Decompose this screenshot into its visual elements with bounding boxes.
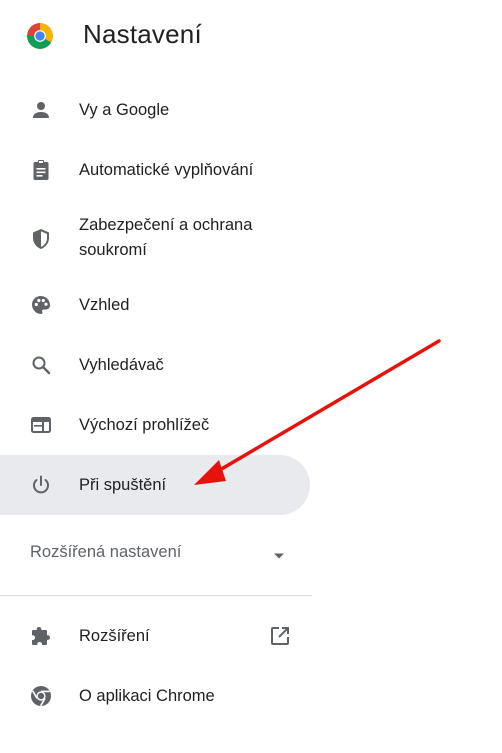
clipboard-icon bbox=[33, 160, 49, 180]
sidebar-item-label: Rozšíření bbox=[79, 627, 150, 645]
sidebar-item-about-chrome[interactable]: O aplikaci Chrome bbox=[0, 666, 310, 726]
person-icon bbox=[33, 102, 49, 118]
sidebar-item-privacy-security[interactable]: Zabezpečení a ochrana soukromí bbox=[0, 200, 310, 280]
page-title: Nastavení bbox=[83, 19, 202, 49]
search-icon bbox=[32, 356, 51, 375]
palette-icon bbox=[32, 296, 50, 314]
sidebar-item-on-startup[interactable]: Při spuštění bbox=[0, 455, 310, 515]
sidebar-item-autofill[interactable]: Automatické vyplňování bbox=[0, 140, 310, 200]
sidebar-item-label: Vyhledávač bbox=[79, 356, 164, 374]
sidebar-item-label: O aplikaci Chrome bbox=[79, 687, 215, 705]
sidebar-item-extensions[interactable]: Rozšíření bbox=[0, 606, 310, 666]
chrome-logo-icon bbox=[27, 23, 53, 49]
divider bbox=[0, 595, 312, 596]
shield-icon bbox=[33, 229, 49, 249]
sidebar-item-label: Výchozí prohlížeč bbox=[79, 416, 210, 434]
browser-window-icon bbox=[31, 417, 51, 433]
caret-down-icon bbox=[274, 553, 284, 559]
sidebar-item-appearance[interactable]: Vzhled bbox=[0, 275, 310, 335]
sidebar-item-search-engine[interactable]: Vyhledávač bbox=[0, 335, 310, 395]
sidebar-item-you-and-google[interactable]: Vy a Google bbox=[0, 80, 310, 140]
sidebar-item-label: Při spuštění bbox=[79, 476, 167, 494]
sidebar-item-label-line2: soukromí bbox=[79, 241, 147, 259]
puzzle-icon bbox=[32, 627, 50, 645]
sidebar-item-label: Automatické vyplňování bbox=[79, 161, 254, 179]
sidebar-item-label-line1: Zabezpečení a ochrana bbox=[79, 216, 253, 234]
settings-header: Nastavení bbox=[0, 0, 502, 75]
open-in-new-icon[interactable] bbox=[268, 624, 292, 648]
chrome-icon bbox=[31, 686, 51, 707]
sidebar-item-label: Vy a Google bbox=[79, 101, 170, 119]
power-icon bbox=[33, 475, 49, 494]
advanced-settings-toggle[interactable]: Rozšířená nastavení bbox=[0, 526, 310, 586]
advanced-settings-label: Rozšířená nastavení bbox=[30, 543, 182, 561]
sidebar-item-default-browser[interactable]: Výchozí prohlížeč bbox=[0, 395, 310, 455]
sidebar-item-label: Vzhled bbox=[79, 296, 130, 314]
